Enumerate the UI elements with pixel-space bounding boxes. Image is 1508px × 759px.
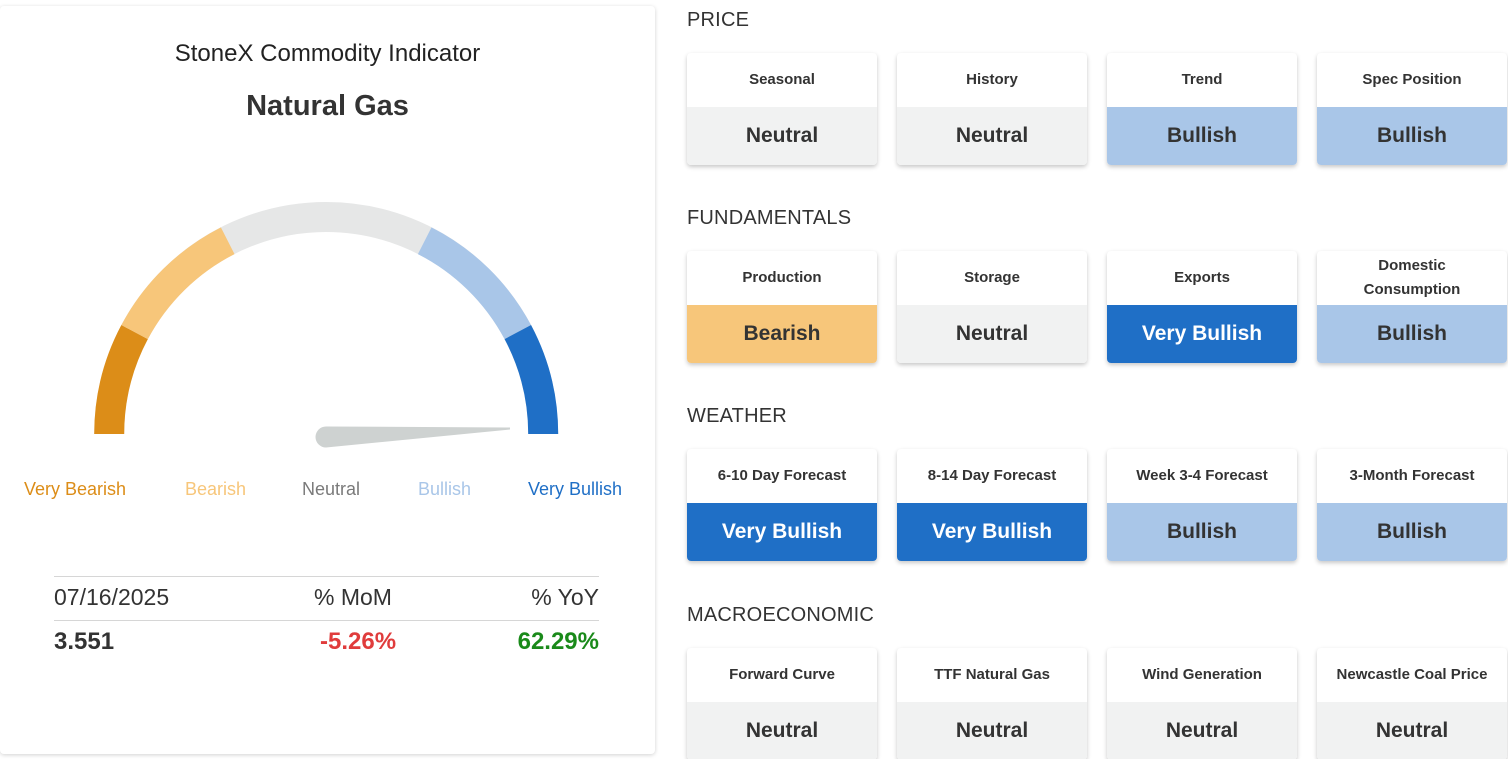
gauge-track	[94, 202, 559, 435]
card-sentiment: Very Bullish	[1107, 305, 1297, 363]
scale-label-very-bearish: Very Bearish	[24, 479, 127, 499]
card-sentiment: Bullish	[1317, 503, 1507, 561]
card-label: Wind Generation	[1142, 666, 1262, 683]
card-label: Week 3-4 Forecast	[1136, 467, 1268, 484]
card-domestic-consumption[interactable]: Domestic Consumption Bullish	[1317, 251, 1507, 363]
card-label: Storage	[964, 269, 1020, 286]
stats-divider-middle	[54, 620, 599, 621]
card-label: Seasonal	[749, 71, 815, 88]
card-ttf-natural-gas[interactable]: TTF Natural Gas Neutral	[897, 648, 1087, 759]
stats-yoy-value: 62.29%	[517, 628, 599, 655]
card-wind-generation[interactable]: Wind Generation Neutral	[1107, 648, 1297, 759]
card-label: Production	[742, 269, 822, 286]
indicator-panel: StoneX Commodity Indicator Natural Gas V…	[0, 6, 655, 754]
card-label: Forward Curve	[729, 666, 835, 683]
stats-mom-value: -5.26%	[320, 628, 397, 655]
card-label: TTF Natural Gas	[934, 666, 1050, 683]
scale-label-bullish: Bullish	[418, 479, 472, 499]
card-week-3-4-forecast[interactable]: Week 3-4 Forecast Bullish	[1107, 449, 1297, 561]
card-sentiment: Neutral	[897, 107, 1087, 165]
gauge-segment-very-bullish	[504, 325, 559, 435]
card-sentiment: Neutral	[897, 702, 1087, 759]
card-newcastle-coal-price[interactable]: Newcastle Coal Price Neutral	[1317, 648, 1507, 759]
card-sentiment: Neutral	[687, 107, 877, 165]
section-title-weather: WEATHER	[687, 405, 787, 427]
card-label: Trend	[1181, 71, 1223, 88]
card-label: Exports	[1174, 269, 1230, 286]
card-label: History	[966, 71, 1018, 88]
card-sentiment: Neutral	[1317, 702, 1507, 759]
scale-label-very-bullish: Very Bullish	[528, 479, 623, 499]
stats-divider-top	[54, 576, 599, 577]
card-sentiment: Neutral	[897, 305, 1087, 363]
card-history[interactable]: History Neutral	[897, 53, 1087, 165]
section-title-fundamentals: FUNDAMENTALS	[687, 207, 852, 229]
stats-date: 07/16/2025	[54, 584, 170, 610]
card-trend[interactable]: Trend Bullish	[1107, 53, 1297, 165]
section-title-macroeconomic: MACROECONOMIC	[687, 604, 875, 626]
gauge-segment-very-bearish	[94, 325, 148, 435]
card-3-month-forecast[interactable]: 3-Month Forecast Bullish	[1317, 449, 1507, 561]
gauge-needle	[315, 426, 510, 448]
card-sentiment: Very Bullish	[687, 503, 877, 561]
card-sentiment: Bearish	[687, 305, 877, 363]
card-sentiment: Bullish	[1317, 305, 1507, 363]
card-label: Newcastle Coal Price	[1336, 666, 1488, 683]
card-sentiment: Bullish	[1317, 107, 1507, 165]
card-forward-curve[interactable]: Forward Curve Neutral	[687, 648, 877, 759]
card-label: 6-10 Day Forecast	[717, 467, 847, 484]
stats-mom-label: % MoM	[314, 584, 392, 610]
gauge-segment-bullish	[417, 227, 532, 340]
card-sentiment: Very Bullish	[897, 503, 1087, 561]
card-label: Spec Position	[1362, 71, 1462, 88]
scale-label-bearish: Bearish	[185, 479, 247, 499]
card-sentiment: Bullish	[1107, 503, 1297, 561]
card-sentiment: Neutral	[1107, 702, 1297, 759]
card-sentiment: Neutral	[687, 702, 877, 759]
card-spec-position[interactable]: Spec Position Bullish	[1317, 53, 1507, 165]
card-seasonal[interactable]: Seasonal Neutral	[687, 53, 877, 165]
card-exports[interactable]: Exports Very Bullish	[1107, 251, 1297, 363]
card-6-10-day-forecast[interactable]: 6-10 Day Forecast Very Bullish	[687, 449, 877, 561]
gauge-segment-bearish	[121, 227, 235, 340]
stats-yoy-label: % YoY	[531, 584, 599, 610]
scale-label-neutral: Neutral	[302, 479, 361, 499]
stats-price: 3.551	[54, 628, 115, 655]
card-label: 8-14 Day Forecast	[927, 467, 1057, 484]
card-label: Domestic Consumption	[1363, 257, 1461, 298]
card-storage[interactable]: Storage Neutral	[897, 251, 1087, 363]
section-title-price: PRICE	[687, 9, 750, 31]
card-8-14-day-forecast[interactable]: 8-14 Day Forecast Very Bullish	[897, 449, 1087, 561]
card-sentiment: Bullish	[1107, 107, 1297, 165]
card-label: 3-Month Forecast	[1349, 467, 1475, 484]
card-production[interactable]: Production Bearish	[687, 251, 877, 363]
